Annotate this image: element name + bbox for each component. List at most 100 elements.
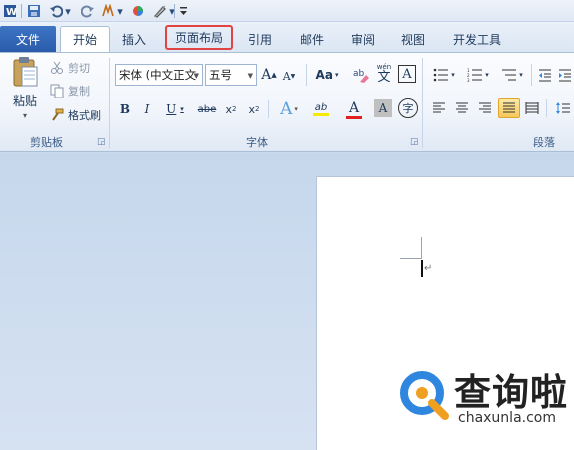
draw-icon[interactable] [152, 3, 168, 19]
svg-text:W: W [6, 7, 17, 18]
divider [422, 58, 423, 148]
undo-icon[interactable] [48, 3, 64, 19]
align-left-icon [432, 102, 446, 114]
grow-font-button[interactable]: A ▲ [261, 66, 277, 84]
svg-text:ab: ab [353, 69, 365, 79]
divider [268, 100, 269, 118]
margin-marker [400, 258, 422, 259]
character-border-button[interactable]: A [398, 65, 416, 83]
format-dropdown-icon[interactable]: ▾ [116, 3, 124, 19]
tab-insert[interactable]: 插入 [112, 26, 156, 52]
font-launcher-icon[interactable]: ◲ [410, 137, 419, 147]
divider [174, 4, 175, 18]
paragraph-mark-icon: ↵ [424, 263, 433, 274]
paintbrush-icon [50, 108, 64, 122]
watermark-brand: 查询啦 [454, 371, 568, 414]
divider [109, 58, 110, 148]
tab-home[interactable]: 开始 [60, 26, 110, 52]
font-size-select[interactable]: 五号 ▼ [205, 64, 257, 86]
word-app-icon[interactable]: W [2, 3, 18, 19]
save-icon[interactable] [26, 3, 42, 19]
shrink-font-button[interactable]: A ▼ [281, 68, 297, 84]
clear-format-button[interactable]: ab [351, 64, 371, 86]
align-right-icon [478, 102, 492, 114]
bullets-button[interactable]: ▾ [430, 66, 458, 84]
distributed-align-button[interactable] [523, 99, 541, 117]
clipboard-launcher-icon[interactable]: ◲ [97, 137, 106, 147]
scissors-icon [50, 61, 64, 75]
change-case-button[interactable]: Aa ▾ [312, 66, 342, 84]
chevron-down-icon: ▼ [247, 72, 253, 80]
tab-page-layout[interactable]: 页面布局 [165, 25, 233, 50]
align-left-button[interactable] [430, 99, 448, 117]
pinyin-guide-button[interactable]: wén 文 [374, 62, 394, 86]
tab-mailings[interactable]: 邮件 [290, 26, 334, 52]
numbered-list-icon: 123 [467, 68, 483, 82]
align-center-icon [455, 102, 469, 114]
highlight-color-bar [313, 113, 329, 116]
divider [531, 64, 532, 86]
distributed-align-icon [525, 102, 539, 114]
group-label-paragraph: 段落 [533, 136, 555, 149]
tab-developer[interactable]: 开发工具 [444, 26, 510, 52]
numbering-button[interactable]: 123 ▾ [464, 66, 492, 84]
decrease-indent-button[interactable] [537, 66, 553, 84]
format-painter-button[interactable]: 格式刷 [50, 107, 101, 123]
copy-label: 复制 [68, 85, 90, 98]
decrease-indent-icon [538, 68, 552, 82]
group-label-clipboard: 剪贴板 [30, 136, 63, 149]
color-icon[interactable] [130, 3, 146, 19]
format-icon[interactable] [100, 3, 116, 19]
bold-button[interactable]: B [117, 100, 133, 118]
cut-button[interactable]: 剪切 [50, 60, 90, 76]
tab-review[interactable]: 审阅 [341, 26, 385, 52]
bullet-list-icon [433, 68, 449, 82]
text-cursor [421, 260, 423, 277]
divider [21, 4, 22, 18]
group-label-font: 字体 [246, 136, 268, 149]
text-effects-button[interactable]: A ▾ [275, 98, 303, 120]
superscript-button[interactable]: x2 [245, 100, 263, 118]
divider [306, 64, 307, 86]
redo-icon[interactable] [80, 3, 96, 19]
tab-references[interactable]: 引用 [238, 26, 282, 52]
character-shading-button[interactable]: A [374, 99, 392, 117]
quick-access-toolbar: W ▾ ▾ ▾ [0, 0, 574, 22]
justify-button[interactable] [498, 98, 520, 118]
increase-indent-icon [558, 68, 572, 82]
chevron-down-icon: ▼ [193, 72, 199, 80]
paste-button[interactable]: 粘贴 ▾ [8, 56, 42, 126]
underline-button[interactable]: U ▾ [161, 100, 189, 118]
font-color-button[interactable]: A [340, 98, 368, 120]
undo-dropdown-icon[interactable]: ▾ [64, 3, 72, 19]
watermark-url: chaxunla.com [458, 410, 556, 426]
format-painter-label: 格式刷 [68, 109, 101, 122]
tab-view[interactable]: 视图 [391, 26, 435, 52]
divider [546, 99, 547, 117]
paste-icon [11, 56, 39, 88]
watermark-logo-icon [398, 369, 450, 421]
enclose-characters-button[interactable]: 字 [398, 98, 418, 118]
italic-button[interactable]: I [139, 100, 155, 118]
tab-file[interactable]: 文件 [0, 26, 56, 52]
strikethrough-button[interactable]: abe [196, 100, 218, 118]
copy-button[interactable]: 复制 [50, 83, 90, 99]
highlight-button[interactable]: ab [306, 98, 336, 120]
paste-label: 粘贴 [12, 94, 37, 108]
customize-icon[interactable] [178, 3, 188, 19]
align-right-button[interactable] [476, 99, 494, 117]
align-justify-icon [502, 102, 516, 114]
multilevel-list-button[interactable]: ▾ [498, 66, 526, 84]
align-center-button[interactable] [453, 99, 471, 117]
copy-icon [50, 84, 64, 98]
font-color-bar [346, 115, 362, 119]
margin-marker [421, 237, 422, 259]
eraser-icon: ab [352, 66, 370, 84]
subscript-button[interactable]: x2 [222, 100, 240, 118]
cut-label: 剪切 [68, 62, 90, 75]
paste-dropdown-icon[interactable]: ▾ [23, 111, 27, 120]
font-name-select[interactable]: 宋体 (中文正文 ▼ [115, 64, 203, 86]
line-spacing-icon [555, 101, 571, 115]
line-spacing-button[interactable] [553, 99, 573, 117]
increase-indent-button[interactable] [557, 66, 573, 84]
